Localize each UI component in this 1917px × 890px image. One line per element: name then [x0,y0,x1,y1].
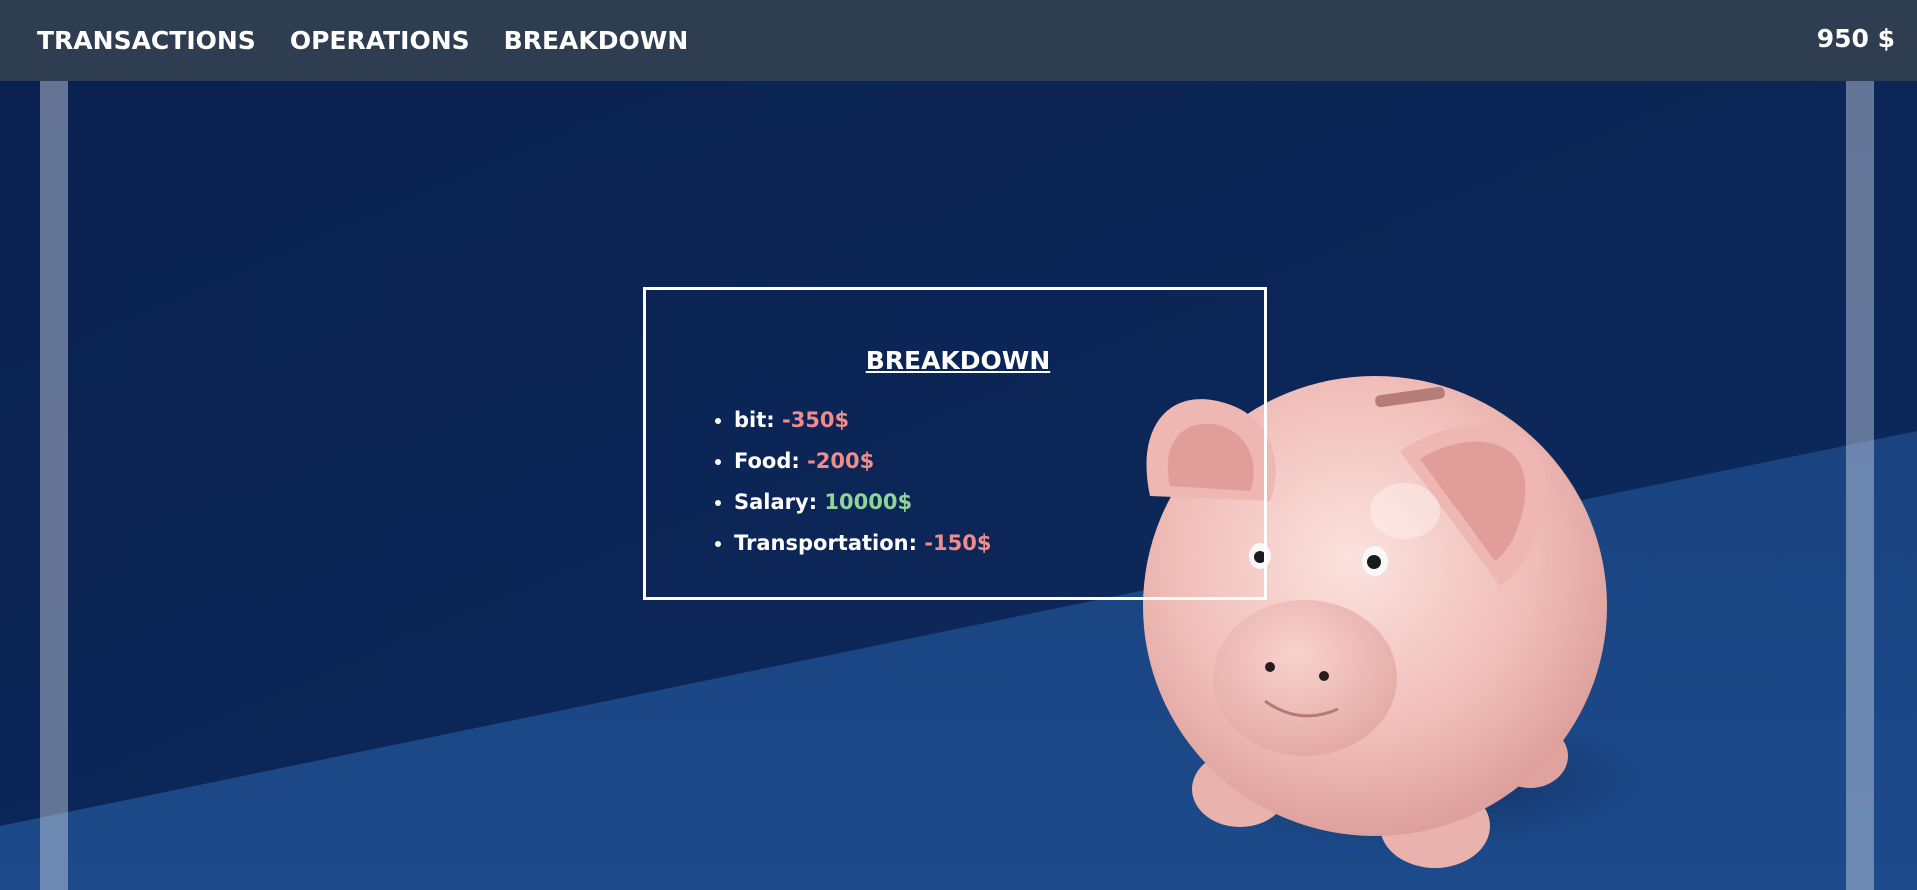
category-amount: -350$ [781,408,850,432]
category-label: Salary: [734,490,825,514]
nav-links: TRANSACTIONS OPERATIONS BREAKDOWN [37,26,722,55]
list-item: Food: -200$ [734,441,992,482]
category-label: Transportation: [734,531,925,555]
category-label: Food: [734,449,808,473]
page: TRANSACTIONS OPERATIONS BREAKDOWN 950 $ [0,0,1917,890]
breakdown-panel: BREAKDOWN bit: -350$ Food: -200$ Salary:… [643,287,1267,600]
breakdown-title: BREAKDOWN [865,346,1051,375]
nav-link-operations[interactable]: OPERATIONS [290,26,470,55]
category-label: bit: [734,408,782,432]
category-amount: 10000$ [824,490,913,514]
nav-link-transactions[interactable]: TRANSACTIONS [37,26,256,55]
balance-display: 950 $ [1816,24,1895,53]
category-amount: -150$ [924,531,992,555]
breakdown-list: bit: -350$ Food: -200$ Salary: 10000$ Tr… [710,400,992,564]
category-amount: -200$ [807,449,875,473]
list-item: bit: -350$ [734,400,992,441]
list-item: Transportation: -150$ [734,523,992,564]
top-navbar: TRANSACTIONS OPERATIONS BREAKDOWN 950 $ [0,0,1917,81]
nav-link-breakdown[interactable]: BREAKDOWN [504,26,689,55]
list-item: Salary: 10000$ [734,482,992,523]
